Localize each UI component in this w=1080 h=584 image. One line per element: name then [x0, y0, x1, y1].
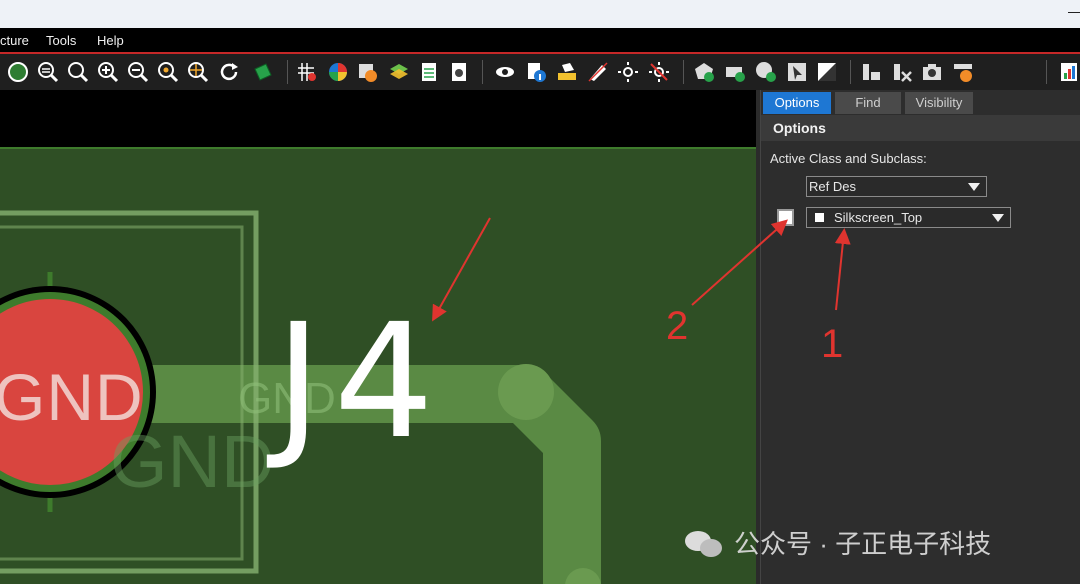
r2a-icon[interactable]	[952, 61, 974, 83]
spreadsheet-icon[interactable]	[418, 61, 440, 83]
annotation-number-1: 1	[821, 322, 844, 366]
zoom-prev-icon[interactable]	[37, 61, 59, 83]
grid-icon[interactable]	[296, 61, 318, 83]
eye-icon[interactable]	[494, 61, 516, 83]
subclass-color-swatch[interactable]	[777, 209, 794, 226]
zoom-fit-icon[interactable]	[7, 61, 29, 83]
add-rect-icon[interactable]	[724, 61, 746, 83]
zoom-window-icon[interactable]	[67, 61, 89, 83]
subclass-dropdown-value: Silkscreen_Top	[834, 210, 923, 225]
active-class-label: Active Class and Subclass:	[770, 151, 927, 166]
menu-bar: cture Tools Help	[0, 28, 1080, 54]
highlight-icon[interactable]	[587, 61, 609, 83]
delete-vertex-icon[interactable]	[891, 61, 913, 83]
minimize-icon[interactable]	[1068, 12, 1080, 13]
chevron-down-icon	[992, 214, 1004, 222]
settings-doc-icon[interactable]	[448, 61, 470, 83]
options-panel: Options Find Visibility Options Active C…	[760, 90, 1080, 584]
add-circle-icon[interactable]	[755, 61, 777, 83]
title-bar	[0, 0, 1080, 28]
camera-icon[interactable]	[921, 61, 943, 83]
tab-options[interactable]: Options	[763, 92, 831, 114]
wechat-logo-icon	[685, 531, 722, 557]
3d-view-icon[interactable]	[252, 61, 274, 83]
edit-vertex-icon[interactable]	[860, 61, 882, 83]
toolbar	[0, 54, 1080, 90]
design-canvas[interactable]: GND GND GND J4	[0, 90, 756, 584]
redraw-icon[interactable]	[218, 61, 240, 83]
refdes-label[interactable]: J4	[275, 303, 446, 461]
subclass-dropdown[interactable]: Silkscreen_Top	[806, 207, 1011, 228]
net-label: GND	[110, 420, 275, 503]
panel-title: Options	[761, 115, 1080, 141]
zoom-out-icon[interactable]	[127, 61, 149, 83]
menu-help[interactable]: Help	[97, 33, 124, 48]
watermark-text: 公众号 · 子正电子科技	[734, 529, 992, 559]
tab-visibility[interactable]: Visibility	[905, 92, 973, 114]
toolbar-divider	[482, 60, 483, 84]
toolbar-divider	[850, 60, 851, 84]
menu-structure[interactable]: cture	[0, 33, 29, 48]
class-dropdown[interactable]: Ref Des	[806, 176, 987, 197]
zoom-in-icon[interactable]	[97, 61, 119, 83]
measure-icon[interactable]	[556, 61, 578, 83]
brightness-icon[interactable]	[617, 61, 639, 83]
color-icon[interactable]	[327, 61, 349, 83]
toolbar-divider	[287, 60, 288, 84]
class-dropdown-value: Ref Des	[809, 179, 856, 194]
zoom-center-icon[interactable]	[187, 61, 209, 83]
layers-icon[interactable]	[388, 61, 410, 83]
tab-find[interactable]: Find	[835, 92, 901, 114]
add-shape-icon[interactable]	[693, 61, 715, 83]
dehighlight-icon[interactable]	[648, 61, 670, 83]
shadow-mode-icon[interactable]	[357, 61, 379, 83]
select-shape-icon[interactable]	[786, 61, 808, 83]
chevron-down-icon	[968, 183, 980, 191]
via[interactable]	[498, 364, 554, 420]
zoom-world-icon[interactable]	[157, 61, 179, 83]
toolbar-divider	[683, 60, 684, 84]
void-shape-icon[interactable]	[816, 61, 838, 83]
pcb-board[interactable]: GND GND GND J4	[0, 147, 756, 584]
annotation-number-2: 2	[666, 304, 689, 348]
toolbar-divider	[1046, 60, 1047, 84]
report-icon[interactable]	[1058, 61, 1080, 83]
menu-tools[interactable]: Tools	[46, 33, 76, 48]
info-icon[interactable]	[525, 61, 547, 83]
subclass-color-icon	[815, 213, 824, 222]
